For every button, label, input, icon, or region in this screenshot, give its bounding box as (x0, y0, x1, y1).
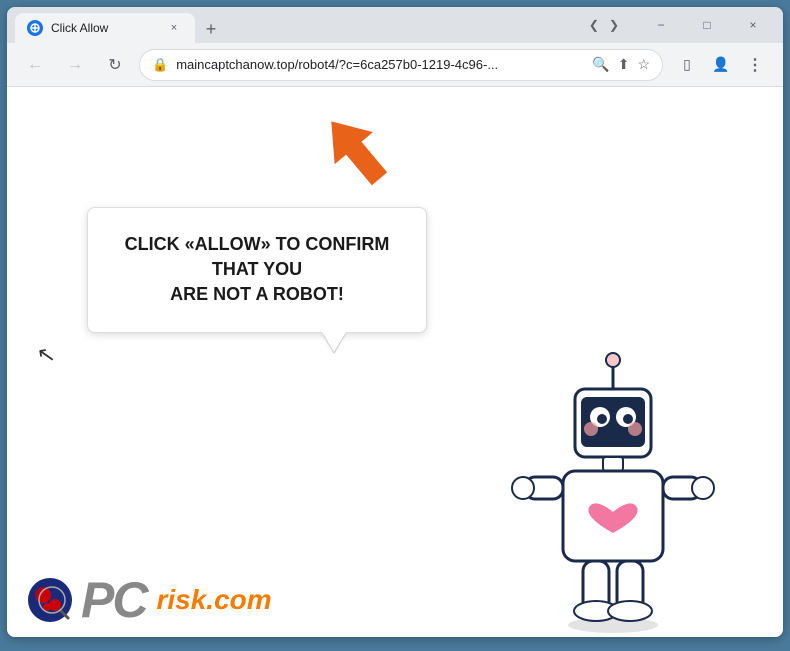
browser-window: Click Allow × + ❮ ❯ − □ × ← → ↻ 🔒 mainca… (7, 7, 783, 637)
arrow-indicator (317, 107, 397, 202)
active-tab[interactable]: Click Allow × (15, 13, 195, 43)
tab-strip-chevron-left[interactable]: ❮ (585, 16, 603, 34)
maximize-button[interactable]: □ (685, 7, 729, 43)
address-bar[interactable]: 🔒 maincaptchanow.top/robot4/?c=6ca257b0-… (139, 49, 663, 81)
extensions-button[interactable]: ▯ (671, 49, 703, 81)
close-button[interactable]: × (731, 7, 775, 43)
url-text: maincaptchanow.top/robot4/?c=6ca257b0-12… (176, 57, 584, 72)
tab-close-button[interactable]: × (165, 19, 183, 37)
new-tab-button[interactable]: + (197, 15, 225, 43)
tab-favicon (27, 20, 43, 36)
nav-actions: ▯ 👤 ⋮ (671, 49, 771, 81)
profile-button[interactable]: 👤 (705, 49, 737, 81)
speech-bubble: CLICK «ALLOW» TO CONFIRM THAT YOU ARE NO… (87, 207, 427, 333)
tab-area: Click Allow × + (15, 7, 581, 43)
lock-icon: 🔒 (152, 57, 168, 73)
search-icon[interactable]: 🔍 (592, 56, 609, 73)
mouse-cursor: ↖ (35, 341, 58, 370)
pcrisk-logo: PC risk.com (81, 575, 272, 625)
title-bar: Click Allow × + ❮ ❯ − □ × (7, 7, 783, 43)
watermark: PC risk.com (27, 575, 272, 625)
robot-illustration (503, 347, 723, 627)
reload-button[interactable]: ↻ (99, 49, 131, 81)
bookmark-icon[interactable]: ☆ (637, 56, 650, 73)
minimize-button[interactable]: − (639, 7, 683, 43)
forward-button[interactable]: → (59, 49, 91, 81)
page-content: CLICK «ALLOW» TO CONFIRM THAT YOU ARE NO… (7, 87, 783, 637)
tab-title: Click Allow (51, 21, 157, 35)
tab-strip-chevron-right[interactable]: ❯ (605, 16, 623, 34)
nav-bar: ← → ↻ 🔒 maincaptchanow.top/robot4/?c=6ca… (7, 43, 783, 87)
window-controls: − □ × (639, 7, 775, 43)
captcha-message: CLICK «ALLOW» TO CONFIRM THAT YOU ARE NO… (116, 232, 398, 308)
share-icon[interactable]: ⬆ (618, 56, 630, 73)
back-button[interactable]: ← (19, 49, 51, 81)
menu-button[interactable]: ⋮ (739, 49, 771, 81)
